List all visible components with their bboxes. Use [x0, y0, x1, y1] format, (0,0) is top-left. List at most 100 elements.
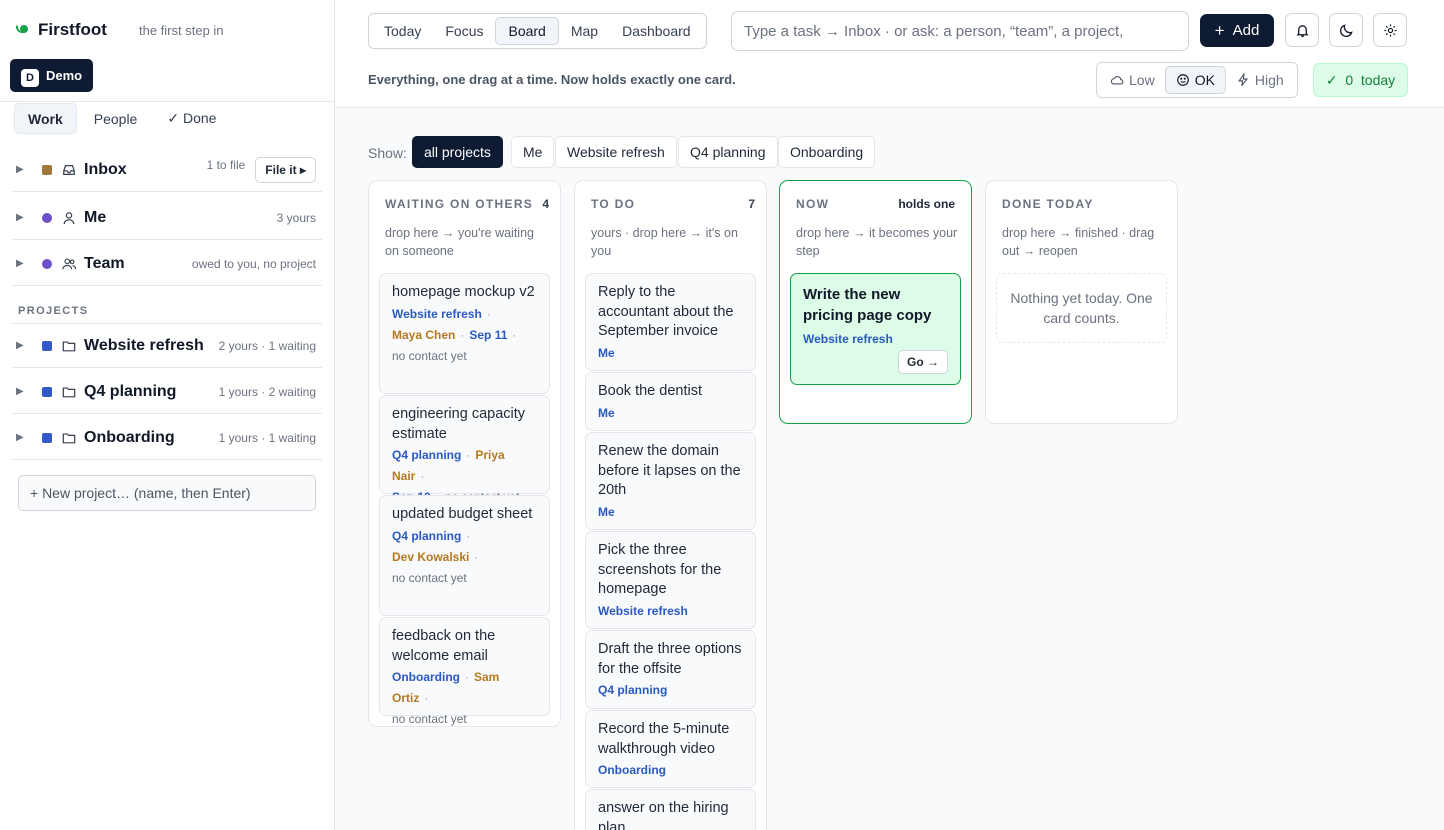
- brand[interactable]: Firstfoot: [20, 20, 107, 40]
- demo-label: Demo: [46, 68, 83, 83]
- expand-triangle-icon[interactable]: ▶: [12, 340, 34, 351]
- energy-selector: Low OK High: [1096, 62, 1298, 98]
- card-project[interactable]: Website refresh: [598, 604, 688, 618]
- done-today-badge[interactable]: ✓ 0 today: [1313, 63, 1408, 97]
- sidebar-item-project-website-refresh[interactable]: ▶ Website refresh 2 yours · 1 waiting: [12, 324, 322, 368]
- expand-triangle-icon[interactable]: ▶: [12, 164, 34, 175]
- folder-icon: [62, 431, 76, 445]
- now-task-card[interactable]: Write the new pricing page copy Website …: [790, 273, 961, 385]
- notifications-button[interactable]: [1285, 13, 1319, 47]
- bolt-icon: [1237, 73, 1249, 87]
- go-button[interactable]: Go →: [898, 350, 948, 374]
- tab-focus[interactable]: Focus: [433, 17, 495, 45]
- brand-tagline: the first step in: [139, 23, 224, 38]
- task-card[interactable]: Pick the three screenshots for the homep…: [585, 531, 756, 629]
- card-note: no contact yet: [392, 712, 467, 726]
- sidebar-item-project-q4-planning[interactable]: ▶ Q4 planning 1 yours · 2 waiting: [12, 370, 322, 414]
- tab-work[interactable]: Work: [14, 103, 77, 134]
- sidebar-item-label: Inbox: [84, 160, 127, 178]
- energy-ok-option[interactable]: OK: [1164, 66, 1226, 94]
- sidebar-item-me[interactable]: ▶ Me 3 yours: [12, 196, 322, 240]
- column-now[interactable]: NOW holds one drop here → it becomes you…: [779, 180, 972, 424]
- tab-map[interactable]: Map: [559, 17, 610, 45]
- filter-me[interactable]: Me: [511, 136, 555, 168]
- card-person[interactable]: Maya Chen: [392, 328, 455, 342]
- card-person[interactable]: Dev Kowalski: [392, 550, 469, 564]
- card-project[interactable]: Me: [598, 505, 615, 519]
- project-meta: 1 yours · 1 waiting: [218, 430, 316, 445]
- expand-triangle-icon[interactable]: ▶: [12, 258, 34, 269]
- tab-done[interactable]: ✓ Done: [154, 103, 229, 134]
- card-project[interactable]: Me: [598, 406, 615, 420]
- energy-low-option[interactable]: Low: [1100, 66, 1165, 94]
- sidebar-item-label: Q4 planning: [84, 382, 177, 400]
- filter-onboarding[interactable]: Onboarding: [778, 136, 876, 168]
- card-project[interactable]: Onboarding: [392, 670, 460, 684]
- card-project[interactable]: Me: [598, 346, 615, 360]
- settings-button[interactable]: [1373, 13, 1407, 47]
- quick-add-input[interactable]: [731, 11, 1189, 51]
- expand-triangle-icon[interactable]: ▶: [12, 432, 34, 443]
- card-project[interactable]: Q4 planning: [392, 448, 461, 462]
- filter-all-projects[interactable]: all projects: [412, 136, 503, 168]
- expand-triangle-icon[interactable]: ▶: [12, 386, 34, 397]
- filter-website-refresh[interactable]: Website refresh: [555, 136, 677, 168]
- card-project[interactable]: Website refresh: [803, 332, 948, 346]
- card-note: no contact yet: [392, 570, 467, 585]
- inbox-icon: [62, 163, 76, 177]
- column-done-today[interactable]: DONE TODAY drop here → finished · drag o…: [985, 180, 1178, 424]
- add-label: Add: [1232, 22, 1260, 39]
- sidebar-item-label: Me: [84, 208, 107, 226]
- filter-q4-planning[interactable]: Q4 planning: [678, 136, 778, 168]
- projects-heading: PROJECTS: [18, 305, 89, 317]
- tab-people[interactable]: People: [81, 103, 151, 134]
- card-project[interactable]: Q4 planning: [598, 683, 667, 697]
- task-card[interactable]: homepage mockup v2 Website refresh · Maya…: [379, 273, 550, 394]
- view-tabs: Today Focus Board Map Dashboard: [368, 13, 707, 49]
- new-project-input[interactable]: + New project… (name, then Enter): [18, 475, 316, 511]
- task-card[interactable]: updated budget sheet Q4 planning · Dev Ko…: [379, 495, 550, 616]
- task-card[interactable]: Renew the domain before it lapses on the…: [585, 432, 756, 530]
- theme-toggle-button[interactable]: [1329, 13, 1363, 47]
- card-date: Sep 11: [469, 327, 508, 342]
- task-card[interactable]: Book the dentist Me: [585, 372, 756, 431]
- column-title: NOW: [796, 197, 830, 211]
- energy-high-option[interactable]: High: [1226, 66, 1294, 94]
- card-project[interactable]: Onboarding: [598, 763, 666, 777]
- me-count: 3 yours: [276, 210, 316, 225]
- sidebar-item-team[interactable]: ▶ Team owed to you, no project: [12, 242, 322, 286]
- team-color-dot: [42, 258, 52, 269]
- card-meta: Website refresh: [598, 601, 743, 622]
- card-project[interactable]: Website refresh: [392, 307, 482, 321]
- tab-dashboard[interactable]: Dashboard: [610, 17, 703, 45]
- me-color-dot: [42, 212, 52, 223]
- task-card[interactable]: Reply to the accountant about the Septem…: [585, 273, 756, 371]
- project-color-swatch: [42, 432, 52, 443]
- task-card[interactable]: Record the 5-minute walkthrough video On…: [585, 710, 756, 788]
- expand-triangle-icon[interactable]: ▶: [12, 212, 34, 223]
- task-card[interactable]: feedback on the welcome email Onboarding…: [379, 617, 550, 726]
- column-capacity: holds one: [898, 197, 955, 211]
- task-card[interactable]: answer on the hiring plan: [585, 789, 756, 830]
- empty-state: Nothing yet today. One card counts.: [996, 273, 1167, 343]
- tab-today[interactable]: Today: [372, 17, 433, 45]
- column-to-do[interactable]: TO DO 7 yours · drop here → it's on you …: [574, 180, 767, 830]
- energy-label: Low: [1129, 72, 1155, 88]
- task-card[interactable]: Draft the three options for the offsite …: [585, 630, 756, 709]
- task-card[interactable]: engineering capacity estimate Q4 plannin…: [379, 395, 550, 504]
- card-title: engineering capacity estimate: [392, 406, 526, 442]
- sidebar-item-inbox[interactable]: ▶ Inbox 1 to file File it ▸: [12, 148, 322, 192]
- column-title: WAITING ON OTHERS: [385, 197, 534, 211]
- column-waiting-on-others[interactable]: WAITING ON OTHERS 4 drop here → you're w…: [368, 180, 561, 727]
- card-meta: Me: [598, 403, 743, 424]
- column-hint: drop here → you're waiting on someone: [385, 226, 534, 258]
- column-title: DONE TODAY: [1002, 197, 1094, 211]
- tab-board[interactable]: Board: [495, 17, 559, 45]
- sidebar-item-project-onboarding[interactable]: ▶ Onboarding 1 yours · 1 waiting: [12, 416, 322, 460]
- file-it-button[interactable]: File it ▸: [255, 156, 316, 183]
- logo-icon: [20, 25, 28, 33]
- demo-account-button[interactable]: D Demo: [10, 59, 94, 92]
- card-project[interactable]: Q4 planning: [392, 529, 461, 543]
- add-button[interactable]: + Add: [1200, 14, 1274, 47]
- sidebar-item-label: Team: [84, 254, 125, 272]
